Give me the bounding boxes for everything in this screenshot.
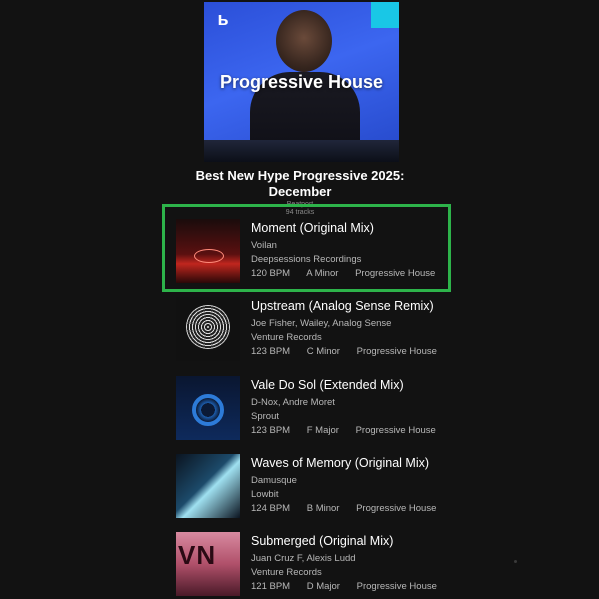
track-bpm: 123 BPM <box>251 425 291 436</box>
cover-figure-head <box>276 10 332 72</box>
track-artwork[interactable] <box>176 376 240 440</box>
track-genre[interactable]: Progressive House <box>356 503 436 514</box>
track-artists[interactable]: Joe Fisher, Wailey, Analog Sense <box>251 318 391 329</box>
track-row[interactable]: Waves of Memory (Original Mix) Damusque … <box>176 454 466 520</box>
track-label[interactable]: Venture Records <box>251 332 322 343</box>
track-artwork[interactable] <box>176 454 240 518</box>
highlight-box <box>162 204 451 292</box>
track-bpm: 121 BPM <box>251 581 291 592</box>
track-genre[interactable]: Progressive House <box>357 581 437 592</box>
track-label[interactable]: Lowbit <box>251 489 278 500</box>
track-artists[interactable]: Damusque <box>251 475 297 486</box>
track-genre[interactable]: Progressive House <box>357 346 437 357</box>
artwork-mandala-shape <box>186 305 230 349</box>
track-meta: 121 BPM D Major Progressive House <box>251 581 451 592</box>
track-genre[interactable]: Progressive House <box>356 425 436 436</box>
track-artists[interactable]: D-Nox, Andre Moret <box>251 397 335 408</box>
track-bpm: 123 BPM <box>251 346 291 357</box>
playlist-title: Best New Hype Progressive 2025: December <box>195 168 405 199</box>
track-meta: 123 BPM F Major Progressive House <box>251 425 450 436</box>
track-row[interactable]: Vale Do Sol (Extended Mix) D-Nox, Andre … <box>176 376 466 442</box>
track-bpm: 124 BPM <box>251 503 291 514</box>
track-artists[interactable]: Juan Cruz F, Alexis Ludd <box>251 553 356 564</box>
track-title[interactable]: Waves of Memory (Original Mix) <box>251 456 429 470</box>
track-key: B Minor <box>306 503 340 514</box>
track-key: D Major <box>306 581 340 592</box>
track-key: F Major <box>306 425 339 436</box>
track-title[interactable]: Submerged (Original Mix) <box>251 534 393 548</box>
track-meta: 124 BPM B Minor Progressive House <box>251 503 450 514</box>
cover-title: Progressive House <box>219 72 384 92</box>
cover-dj-deck <box>204 140 399 162</box>
track-row[interactable]: VN Submerged (Original Mix) Juan Cruz F,… <box>176 532 466 598</box>
track-key: C Minor <box>306 346 340 357</box>
track-label[interactable]: Venture Records <box>251 567 322 578</box>
track-artwork[interactable] <box>176 297 240 361</box>
artwork-disc-shape <box>192 394 224 426</box>
track-label[interactable]: Sprout <box>251 411 279 422</box>
artwork-graphic: VN <box>178 540 217 570</box>
beatport-logo-icon: ь <box>217 9 229 29</box>
track-title[interactable]: Upstream (Analog Sense Remix) <box>251 299 434 313</box>
playlist-cover[interactable]: ь Progressive House <box>204 2 399 162</box>
track-meta: 123 BPM C Minor Progressive House <box>251 346 451 357</box>
cover-corner-badge <box>371 2 399 28</box>
track-artwork[interactable]: VN <box>176 532 240 596</box>
track-title[interactable]: Vale Do Sol (Extended Mix) <box>251 378 404 392</box>
decorative-dot <box>514 560 517 563</box>
track-row[interactable]: Upstream (Analog Sense Remix) Joe Fisher… <box>176 297 466 363</box>
